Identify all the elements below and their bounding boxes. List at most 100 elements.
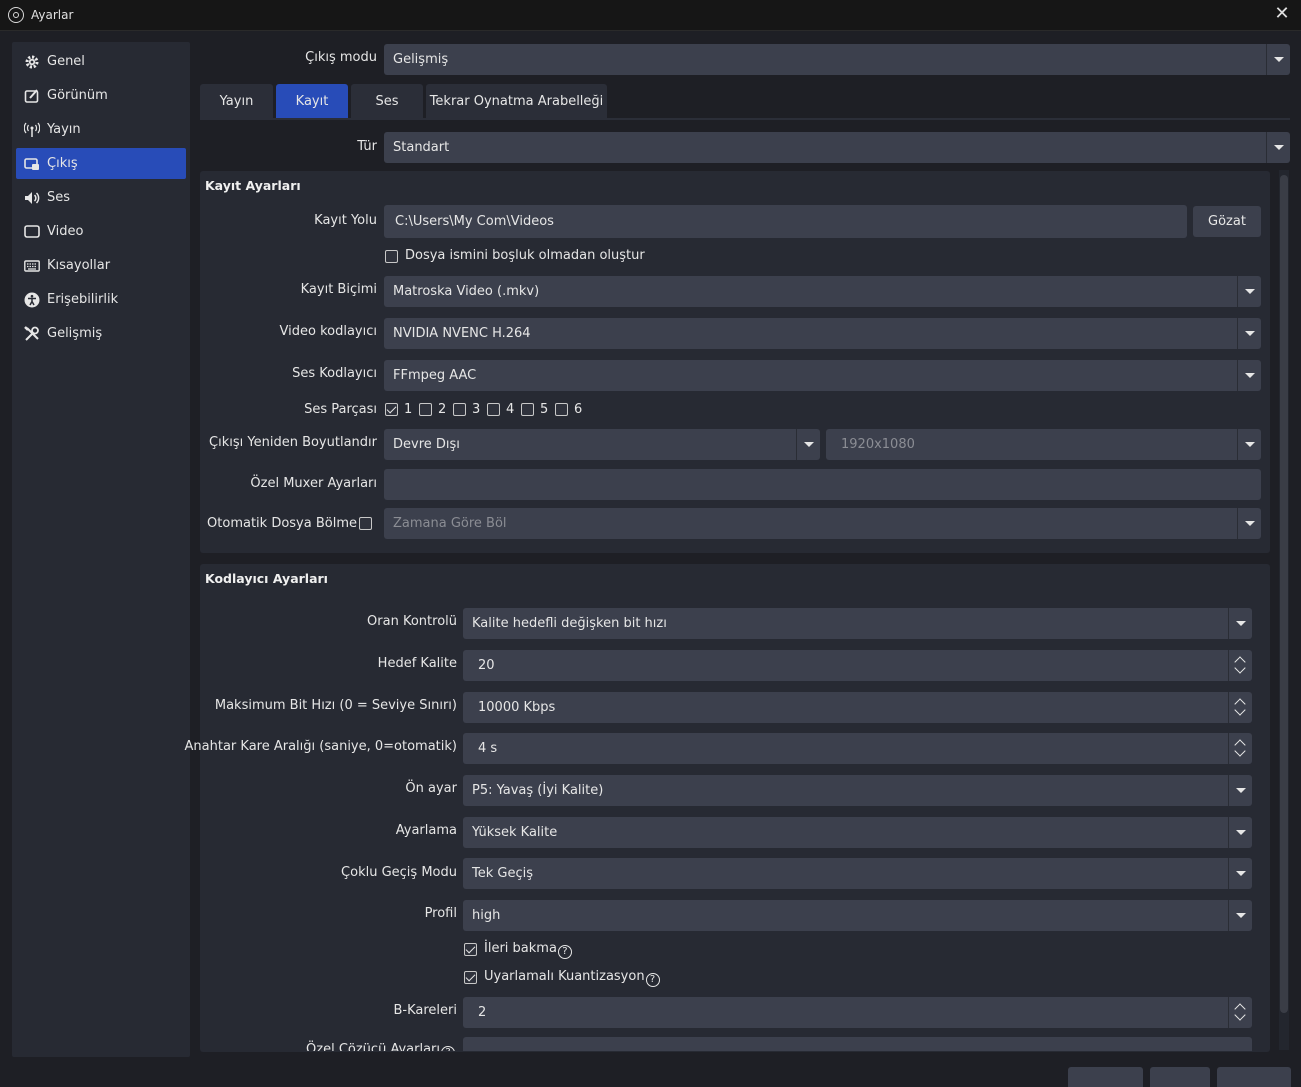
muxer-input[interactable] [384, 469, 1261, 500]
track-6-checkbox[interactable] [555, 403, 568, 416]
keyframe-value: 4 s [478, 741, 498, 756]
speaker-icon [24, 190, 40, 206]
max-bitrate-label: Maksimum Bit Hızı (0 = Seviye Sınırı) [214, 698, 457, 713]
sidebar-item-advanced[interactable]: Gelişmiş [16, 318, 186, 349]
spin-arrows-icon[interactable] [1228, 692, 1252, 723]
profile-label: Profil [424, 906, 457, 921]
chevron-down-icon [1266, 44, 1290, 75]
gear-icon [24, 54, 40, 70]
multipass-value: Tek Geçiş [472, 866, 533, 881]
recording-path-input[interactable]: C:\Users\My Com\Videos [384, 205, 1187, 238]
no-space-label: Dosya ismini boşluk olmadan oluştur [405, 248, 645, 263]
track-4-checkbox[interactable] [487, 403, 500, 416]
dialog-button-1[interactable] [1068, 1067, 1143, 1087]
sidebar-item-appearance[interactable]: Görünüm [16, 80, 186, 111]
chevron-down-icon [1228, 858, 1252, 889]
bframes-label: B-Kareleri [393, 1003, 458, 1018]
sidebar-item-label: Görünüm [47, 88, 108, 103]
encoder-settings-title: Kodlayıcı Ayarları [205, 571, 328, 586]
sidebar-item-video[interactable]: Video [16, 216, 186, 247]
sidebar-item-hotkeys[interactable]: Kısayollar [16, 250, 186, 281]
sidebar: Genel Görünüm Yayın Çıkış Ses Video Kısa… [12, 42, 190, 1057]
sidebar-item-audio[interactable]: Ses [16, 182, 186, 213]
track-5-label: 5 [540, 402, 549, 417]
recording-path-label: Kayıt Yolu [314, 213, 377, 228]
auto-split-select[interactable]: Zamana Göre Böl [384, 508, 1261, 539]
rate-control-select[interactable]: Kalite hedefli değişken bit hızı [463, 608, 1252, 639]
bframes-value: 2 [478, 1005, 487, 1020]
adaptive-quantization-checkbox[interactable] [464, 971, 477, 984]
recording-format-select[interactable]: Matroska Video (.mkv) [384, 276, 1261, 307]
track-2-checkbox[interactable] [419, 403, 432, 416]
track-6-label: 6 [574, 402, 583, 417]
output-icon [24, 156, 40, 172]
type-select[interactable]: Standart [384, 132, 1290, 163]
max-bitrate-spinbox[interactable]: 10000 Kbps [463, 692, 1252, 723]
track-1-label: 1 [404, 402, 413, 417]
target-quality-spinbox[interactable]: 20 [463, 650, 1252, 681]
browse-button[interactable]: Gözat [1193, 206, 1261, 237]
chevron-down-icon [1237, 360, 1261, 391]
track-4-label: 4 [506, 402, 515, 417]
adaptive-quantization-label: Uyarlamalı Kuantizasyon [484, 969, 645, 984]
bframes-spinbox[interactable]: 2 [463, 997, 1252, 1028]
multipass-select[interactable]: Tek Geçiş [463, 858, 1252, 889]
tuning-label: Ayarlama [395, 823, 457, 838]
lookahead-checkbox[interactable] [464, 943, 477, 956]
video-encoder-select[interactable]: NVIDIA NVENC H.264 [384, 318, 1261, 349]
help-icon[interactable]: ? [557, 945, 572, 959]
tab-audio[interactable]: Ses [351, 84, 423, 118]
spin-arrows-icon[interactable] [1228, 733, 1252, 764]
keyframe-spinbox[interactable]: 4 s [463, 733, 1252, 764]
tuning-select[interactable]: Yüksek Kalite [463, 817, 1252, 848]
tab-divider [200, 118, 1290, 120]
target-quality-value: 20 [478, 658, 495, 673]
auto-split-value: Zamana Göre Böl [393, 516, 507, 531]
audio-encoder-select[interactable]: FFmpeg AAC [384, 360, 1261, 391]
dialog-button-3[interactable] [1217, 1067, 1291, 1087]
help-icon[interactable]: ? [645, 973, 660, 987]
profile-value: high [472, 908, 501, 923]
custom-options-input[interactable] [463, 1037, 1252, 1051]
scrollbar-thumb[interactable] [1280, 175, 1288, 1013]
rescale-resolution-value: 1920x1080 [841, 437, 915, 452]
track-5-checkbox[interactable] [521, 403, 534, 416]
sidebar-item-general[interactable]: Genel [16, 46, 186, 77]
sidebar-item-stream[interactable]: Yayın [16, 114, 186, 145]
tab-stream[interactable]: Yayın [200, 84, 273, 118]
sidebar-item-label: Erişebilirlik [47, 292, 119, 307]
track-3-checkbox[interactable] [453, 403, 466, 416]
sidebar-item-accessibility[interactable]: Erişebilirlik [16, 284, 186, 315]
muxer-label: Özel Muxer Ayarları [250, 476, 377, 491]
sidebar-item-label: Kısayollar [47, 258, 111, 273]
custom-options-label-text: Özel Çözücü Ayarları [306, 1042, 440, 1051]
chevron-down-icon [1228, 817, 1252, 848]
chevron-down-icon [1266, 132, 1290, 163]
tab-recording[interactable]: Kayıt [276, 84, 348, 118]
keyframe-label: Anahtar Kare Aralığı (saniye, 0=otomatik… [184, 739, 457, 754]
profile-select[interactable]: high [463, 900, 1252, 931]
no-space-checkbox[interactable] [385, 250, 398, 263]
track-2-label: 2 [438, 402, 447, 417]
broadcast-icon [24, 122, 40, 138]
sidebar-item-label: Yayın [47, 122, 81, 137]
help-icon[interactable]: ? [441, 1046, 455, 1051]
sidebar-item-output[interactable]: Çıkış [16, 148, 186, 179]
chevron-down-icon [1228, 608, 1252, 639]
track-1-checkbox[interactable] [385, 403, 398, 416]
close-icon[interactable]: ✕ [1273, 5, 1291, 23]
spin-arrows-icon[interactable] [1228, 997, 1252, 1028]
chevron-down-icon [1237, 429, 1261, 460]
tools-icon [24, 325, 40, 342]
tab-replay-buffer[interactable]: Tekrar Oynatma Arabelleği [426, 84, 607, 118]
custom-options-row-clip: Özel Çözücü Ayarları? [200, 1037, 1270, 1051]
dialog-button-2[interactable] [1150, 1067, 1210, 1087]
rescale-resolution-select[interactable]: 1920x1080 [826, 429, 1261, 460]
chevron-down-icon [796, 429, 820, 460]
output-mode-select[interactable]: Gelişmiş [384, 44, 1290, 75]
recording-settings-title: Kayıt Ayarları [205, 178, 301, 193]
preset-select[interactable]: P5: Yavaş (İyi Kalite) [463, 775, 1252, 806]
spin-arrows-icon[interactable] [1228, 650, 1252, 681]
rescale-select[interactable]: Devre Dışı [384, 429, 820, 460]
auto-split-checkbox[interactable] [359, 517, 372, 530]
